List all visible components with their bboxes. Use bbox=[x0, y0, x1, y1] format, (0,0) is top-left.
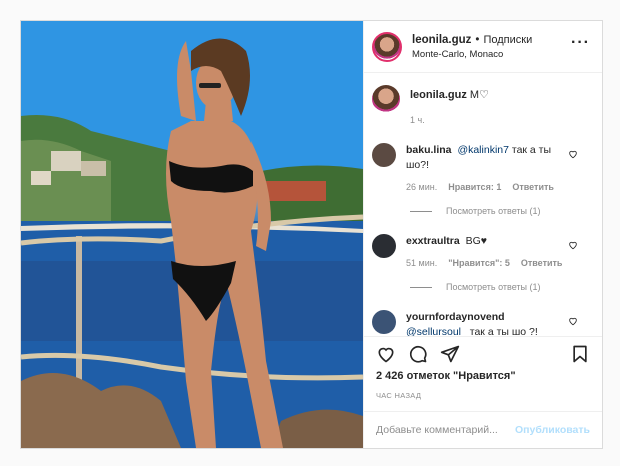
comment-meta: 26 мин. Нравится: 1 Ответить bbox=[406, 182, 556, 192]
view-replies-label: Посмотреть ответы (1) bbox=[446, 282, 541, 292]
heart-icon[interactable] bbox=[376, 344, 396, 364]
commenter-avatar[interactable] bbox=[372, 310, 396, 334]
author-username[interactable]: leonila.guz bbox=[412, 34, 471, 46]
commenter-avatar[interactable] bbox=[372, 143, 396, 167]
comment-icon[interactable] bbox=[408, 344, 428, 364]
replies-dash bbox=[410, 286, 432, 288]
commenter-username[interactable]: yournfordaynovend bbox=[406, 311, 505, 323]
comment-likes[interactable]: "Нравится": 5 bbox=[448, 258, 510, 268]
commenter-username[interactable]: exxtraultra bbox=[406, 235, 460, 247]
commenter-username[interactable]: baku.lina bbox=[406, 144, 452, 156]
view-replies-button[interactable]: Посмотреть ответы (1) bbox=[410, 206, 590, 216]
commenter-avatar[interactable] bbox=[372, 234, 396, 258]
comment-time: 26 мин. bbox=[406, 182, 438, 192]
caption-body: leonila.guz M♡ bbox=[410, 85, 489, 101]
post-card: leonila.guz • Подписки Monte-Carlo, Mona… bbox=[20, 20, 603, 449]
reply-button[interactable]: Ответить bbox=[521, 258, 563, 268]
view-replies-button[interactable]: Посмотреть ответы (1) bbox=[410, 282, 590, 292]
comment-mention[interactable]: @kalinkin7 bbox=[457, 144, 509, 156]
comment-item: baku.lina @kalinkin7 так а ты шо?! 26 ми… bbox=[372, 143, 590, 192]
comment-meta: 51 мин. "Нравится": 5 Ответить bbox=[406, 258, 562, 268]
photo-illustration bbox=[21, 21, 363, 448]
location-link[interactable]: Monte-Carlo, Monaco bbox=[412, 49, 532, 60]
likes-count[interactable]: 2 426 отметок "Нравится" bbox=[364, 370, 602, 382]
following-button[interactable]: Подписки bbox=[483, 34, 532, 46]
comment-like-icon[interactable] bbox=[568, 240, 578, 250]
share-icon[interactable] bbox=[440, 344, 460, 364]
posted-time[interactable]: ЧАС НАЗАД bbox=[364, 382, 602, 411]
comment-like-icon[interactable] bbox=[568, 316, 578, 326]
header-line: leonila.guz • Подписки bbox=[412, 34, 532, 46]
comments-list[interactable]: leonila.guz M♡ 1 ч. baku.lina @kalinkin7… bbox=[364, 73, 602, 336]
caption-time: 1 ч. bbox=[410, 115, 425, 125]
caption-text: M♡ bbox=[469, 89, 489, 101]
post-sidebar: leonila.guz • Подписки Monte-Carlo, Mona… bbox=[363, 21, 602, 448]
bookmark-icon[interactable] bbox=[570, 344, 590, 364]
more-horizontal-icon[interactable]: ··· bbox=[571, 35, 590, 51]
caption-avatar[interactable] bbox=[372, 85, 400, 113]
header-text: leonila.guz • Подписки Monte-Carlo, Mona… bbox=[412, 34, 532, 60]
header-separator: • bbox=[475, 33, 480, 46]
post-header: leonila.guz • Подписки Monte-Carlo, Mona… bbox=[364, 21, 602, 73]
caption-username[interactable]: leonila.guz bbox=[410, 89, 467, 101]
reply-button[interactable]: Ответить bbox=[512, 182, 554, 192]
comment-body: так а ты шо ?! bbox=[469, 326, 538, 336]
comment-like-icon[interactable] bbox=[568, 149, 578, 159]
view-replies-label: Посмотреть ответы (1) bbox=[446, 206, 541, 216]
comment-mention[interactable]: @sellursoul_ bbox=[406, 326, 467, 336]
add-comment-bar: Добавьте комментарий... Опубликовать bbox=[364, 411, 602, 448]
replies-dash bbox=[410, 210, 432, 212]
publish-button[interactable]: Опубликовать bbox=[515, 424, 590, 436]
comment-text: yournfordaynovend @sellursoul_ так а ты … bbox=[406, 310, 556, 336]
comment-body: BG♥ bbox=[465, 235, 488, 247]
caption: leonila.guz M♡ 1 ч. bbox=[372, 85, 590, 125]
comment-item: exxtraultra BG♥ 51 мин. "Нравится": 5 От… bbox=[372, 234, 590, 268]
author-avatar[interactable] bbox=[372, 31, 402, 62]
post-photo[interactable] bbox=[21, 21, 363, 448]
comment-text: baku.lina @kalinkin7 так а ты шо?! bbox=[406, 143, 556, 173]
comment-input[interactable]: Добавьте комментарий... bbox=[376, 424, 515, 436]
comment-text: exxtraultra BG♥ bbox=[406, 234, 556, 249]
action-bar bbox=[364, 336, 602, 370]
comment-time: 51 мин. bbox=[406, 258, 438, 268]
comment-item: yournfordaynovend @sellursoul_ так а ты … bbox=[372, 310, 590, 336]
comment-likes[interactable]: Нравится: 1 bbox=[448, 182, 501, 192]
